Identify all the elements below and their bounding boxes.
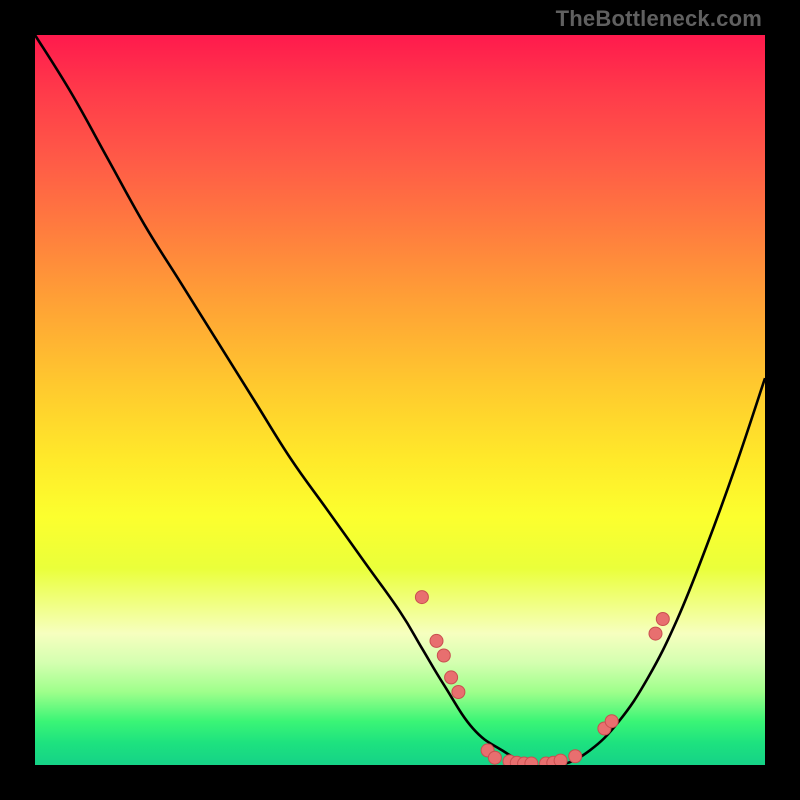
- data-marker: [445, 671, 458, 684]
- data-marker: [415, 591, 428, 604]
- data-marker: [569, 750, 582, 763]
- data-marker: [656, 613, 669, 626]
- attribution-label: TheBottleneck.com: [556, 6, 762, 32]
- bottleneck-curve-path: [35, 35, 765, 765]
- data-marker: [525, 757, 538, 765]
- data-marker: [430, 634, 443, 647]
- curve-layer: [35, 35, 765, 765]
- data-marker: [554, 754, 567, 765]
- marker-group: [415, 591, 669, 765]
- data-marker: [437, 649, 450, 662]
- data-marker: [649, 627, 662, 640]
- data-marker: [452, 686, 465, 699]
- chart-frame: TheBottleneck.com: [0, 0, 800, 800]
- data-marker: [488, 751, 501, 764]
- plot-area: [35, 35, 765, 765]
- data-marker: [605, 715, 618, 728]
